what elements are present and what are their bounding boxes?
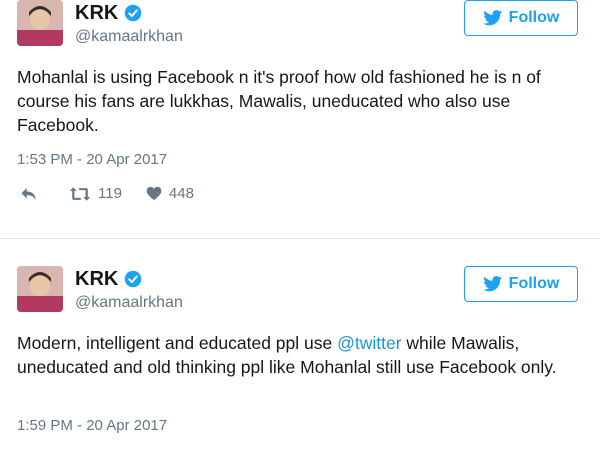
like-count: 448	[168, 185, 194, 202]
name-row: KRK	[75, 268, 142, 290]
retweet-count: 119	[98, 185, 122, 202]
reply-icon	[21, 187, 36, 200]
tweet-card: KRK @kamaalrkhan Follow Modern, intellig…	[0, 262, 600, 450]
display-name[interactable]: KRK	[75, 2, 118, 24]
retweet-icon	[69, 186, 91, 201]
heart-icon	[146, 186, 162, 201]
twitter-bird-icon	[482, 10, 502, 26]
tweet-text: Modern, intelligent and educated ppl use…	[17, 331, 587, 379]
like-button[interactable]: 448	[146, 185, 194, 202]
follow-label: Follow	[508, 275, 560, 292]
tweet-actions: 119 448	[20, 185, 218, 202]
verified-badge-icon	[125, 270, 142, 288]
tweet-timestamp[interactable]: 1:59 PM - 20 Apr 2017	[17, 417, 167, 434]
avatar[interactable]	[17, 0, 63, 46]
retweet-button[interactable]: 119	[69, 185, 122, 202]
follow-button[interactable]: Follow	[464, 0, 578, 36]
avatar[interactable]	[17, 266, 63, 312]
tweet-text: Mohanlal is using Facebook n it's proof …	[17, 67, 541, 135]
display-name[interactable]: KRK	[75, 268, 118, 290]
twitter-bird-icon	[482, 276, 502, 292]
name-row: KRK	[75, 2, 142, 24]
mention-link[interactable]: @twitter	[337, 333, 401, 353]
tweet-text-before: Modern, intelligent and educated ppl use	[17, 333, 338, 353]
follow-label: Follow	[508, 9, 560, 26]
follow-button[interactable]: Follow	[464, 266, 578, 302]
divider	[0, 238, 600, 239]
user-handle[interactable]: @kamaalrkhan	[75, 28, 183, 46]
tweet-timestamp[interactable]: 1:53 PM - 20 Apr 2017	[17, 151, 167, 168]
verified-badge-icon	[125, 4, 142, 22]
reply-button[interactable]	[20, 186, 45, 202]
tweet-card: KRK @kamaalrkhan Follow Mohanlal is usin…	[0, 0, 600, 236]
user-handle[interactable]: @kamaalrkhan	[75, 294, 183, 312]
